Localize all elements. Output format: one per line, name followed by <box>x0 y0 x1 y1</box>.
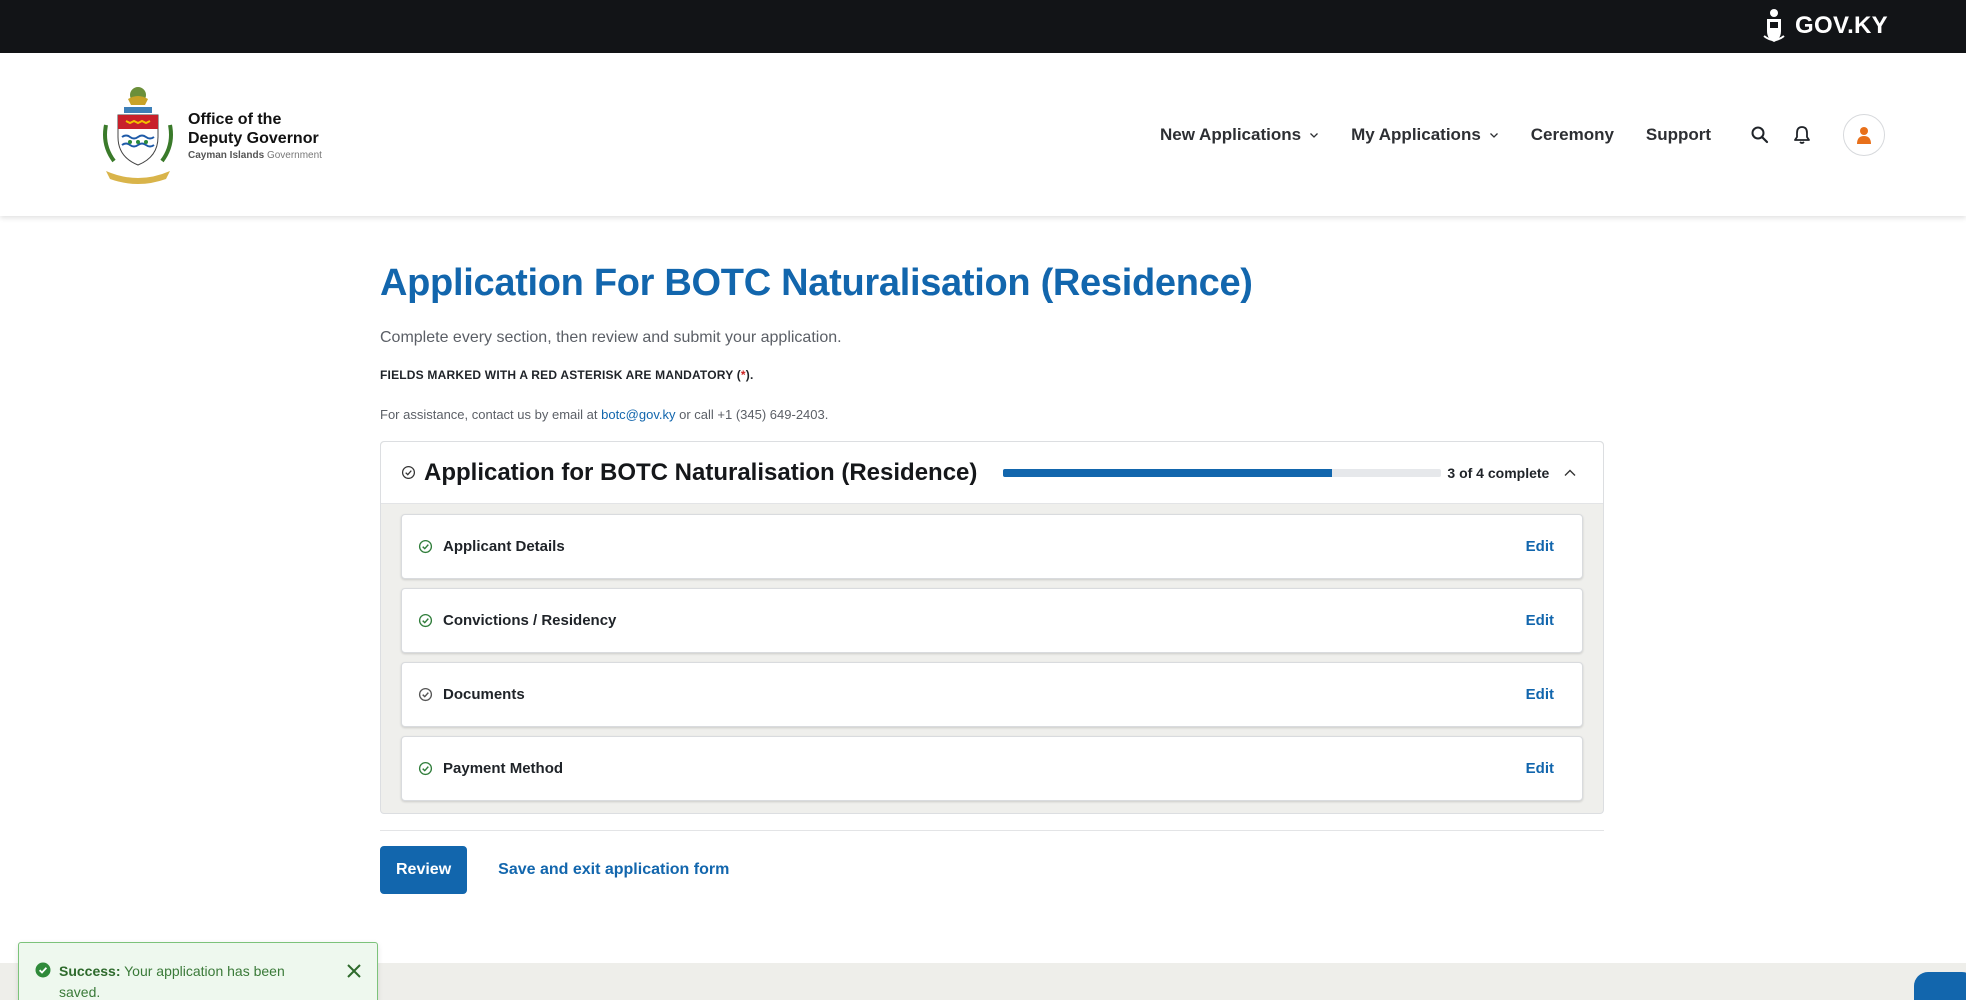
section-payment-method: Payment Method Edit <box>401 736 1583 801</box>
search-button[interactable] <box>1747 122 1773 148</box>
page-title: Application For BOTC Naturalisation (Res… <box>380 262 1253 304</box>
bell-icon <box>1794 125 1810 144</box>
brand-line-2: Deputy Governor <box>188 129 319 147</box>
edit-link[interactable]: Edit <box>1526 538 1554 555</box>
check-circle-icon <box>418 539 433 554</box>
gov-ky-link[interactable]: GOV.KY <box>1759 4 1888 48</box>
brand-subtitle: Cayman Islands Government <box>188 150 322 161</box>
edit-link[interactable]: Edit <box>1526 686 1554 703</box>
gov-seal-icon <box>1763 9 1785 42</box>
brand-text: Office of the Deputy Governor Cayman Isl… <box>188 110 322 161</box>
nav-label: New Applications <box>1160 124 1302 144</box>
gov-ky-label: GOV.KY <box>1795 12 1888 39</box>
main-content: Application For BOTC Naturalisation (Res… <box>380 216 1604 894</box>
save-and-exit-link[interactable]: Save and exit application form <box>498 861 729 879</box>
chevron-up-icon[interactable] <box>1563 466 1577 480</box>
chevron-down-icon <box>1489 132 1498 138</box>
user-icon <box>1857 126 1872 144</box>
nav-label: My Applications <box>1351 124 1481 144</box>
toast-message: Success: Your application has been saved… <box>59 961 309 1000</box>
progress-fill <box>1003 468 1332 477</box>
section-name: Applicant Details <box>443 538 565 555</box>
section-applicant-details: Applicant Details Edit <box>401 514 1583 579</box>
success-check-icon <box>35 962 51 978</box>
panel-title: Application for BOTC Naturalisation (Res… <box>424 458 978 486</box>
progress-bar <box>1003 468 1442 477</box>
brand-sub-rest: Government <box>266 149 322 161</box>
gov-topbar: GOV.KY <box>0 0 1966 53</box>
mandatory-suffix: ). <box>745 368 754 382</box>
mandatory-prefix: FIELDS MARKED WITH A RED ASTERISK ARE MA… <box>380 368 741 382</box>
chat-widget-button[interactable] <box>1914 972 1966 1000</box>
close-icon[interactable] <box>346 963 362 979</box>
edit-link[interactable]: Edit <box>1526 612 1554 629</box>
form-actions: Review Save and exit application form <box>380 846 1604 894</box>
edit-link[interactable]: Edit <box>1526 760 1554 777</box>
check-circle-icon <box>418 761 433 776</box>
check-circle-icon <box>418 613 433 628</box>
section-convictions-residency: Convictions / Residency Edit <box>401 588 1583 653</box>
brand-sub-bold: Cayman Islands <box>188 149 265 161</box>
coat-of-arms-icon <box>103 87 173 184</box>
main-nav: New Applications My Applications Ceremon… <box>1160 53 1886 216</box>
panel-header[interactable]: Application for BOTC Naturalisation (Res… <box>381 442 1603 504</box>
user-menu-button[interactable] <box>1843 113 1886 156</box>
nav-new-applications[interactable]: New Applications <box>1160 125 1319 145</box>
search-icon <box>1751 126 1769 143</box>
nav-label: Ceremony <box>1530 124 1614 144</box>
review-button[interactable]: Review <box>380 846 468 894</box>
progress-text: 3 of 4 complete <box>1447 464 1550 481</box>
nav-support[interactable]: Support <box>1646 125 1711 145</box>
brand-logo-link[interactable]: Office of the Deputy Governor Cayman Isl… <box>98 85 322 185</box>
chevron-down-icon <box>1310 132 1319 138</box>
assist-prefix: For assistance, contact us by email at <box>380 407 602 422</box>
nav-my-applications[interactable]: My Applications <box>1351 125 1499 145</box>
divider <box>380 830 1604 831</box>
section-list: Applicant Details Edit Convictions / Res… <box>381 504 1603 813</box>
toast-title: Success: <box>59 963 121 979</box>
section-name: Payment Method <box>443 760 564 777</box>
assistance-text: For assistance, contact us by email at b… <box>380 407 1604 422</box>
check-circle-icon <box>418 687 433 702</box>
brand-line-1: Office of the <box>188 110 282 128</box>
check-circle-icon <box>401 465 416 480</box>
notifications-button[interactable] <box>1789 122 1815 148</box>
section-name: Documents <box>443 686 525 703</box>
email-link[interactable]: botc@gov.ky <box>601 407 675 422</box>
application-panel: Application for BOTC Naturalisation (Res… <box>380 441 1604 814</box>
success-toast: Success: Your application has been saved… <box>18 942 378 1000</box>
section-name: Convictions / Residency <box>443 612 617 629</box>
mandatory-notice: FIELDS MARKED WITH A RED ASTERISK ARE MA… <box>380 368 1604 382</box>
assist-suffix: or call +1 (345) 649-2403. <box>675 407 829 422</box>
nav-ceremony[interactable]: Ceremony <box>1531 125 1614 145</box>
site-header: Office of the Deputy Governor Cayman Isl… <box>0 53 1966 216</box>
intro-text: Complete every section, then review and … <box>380 329 842 346</box>
section-documents: Documents Edit <box>401 662 1583 727</box>
nav-label: Support <box>1645 124 1712 144</box>
